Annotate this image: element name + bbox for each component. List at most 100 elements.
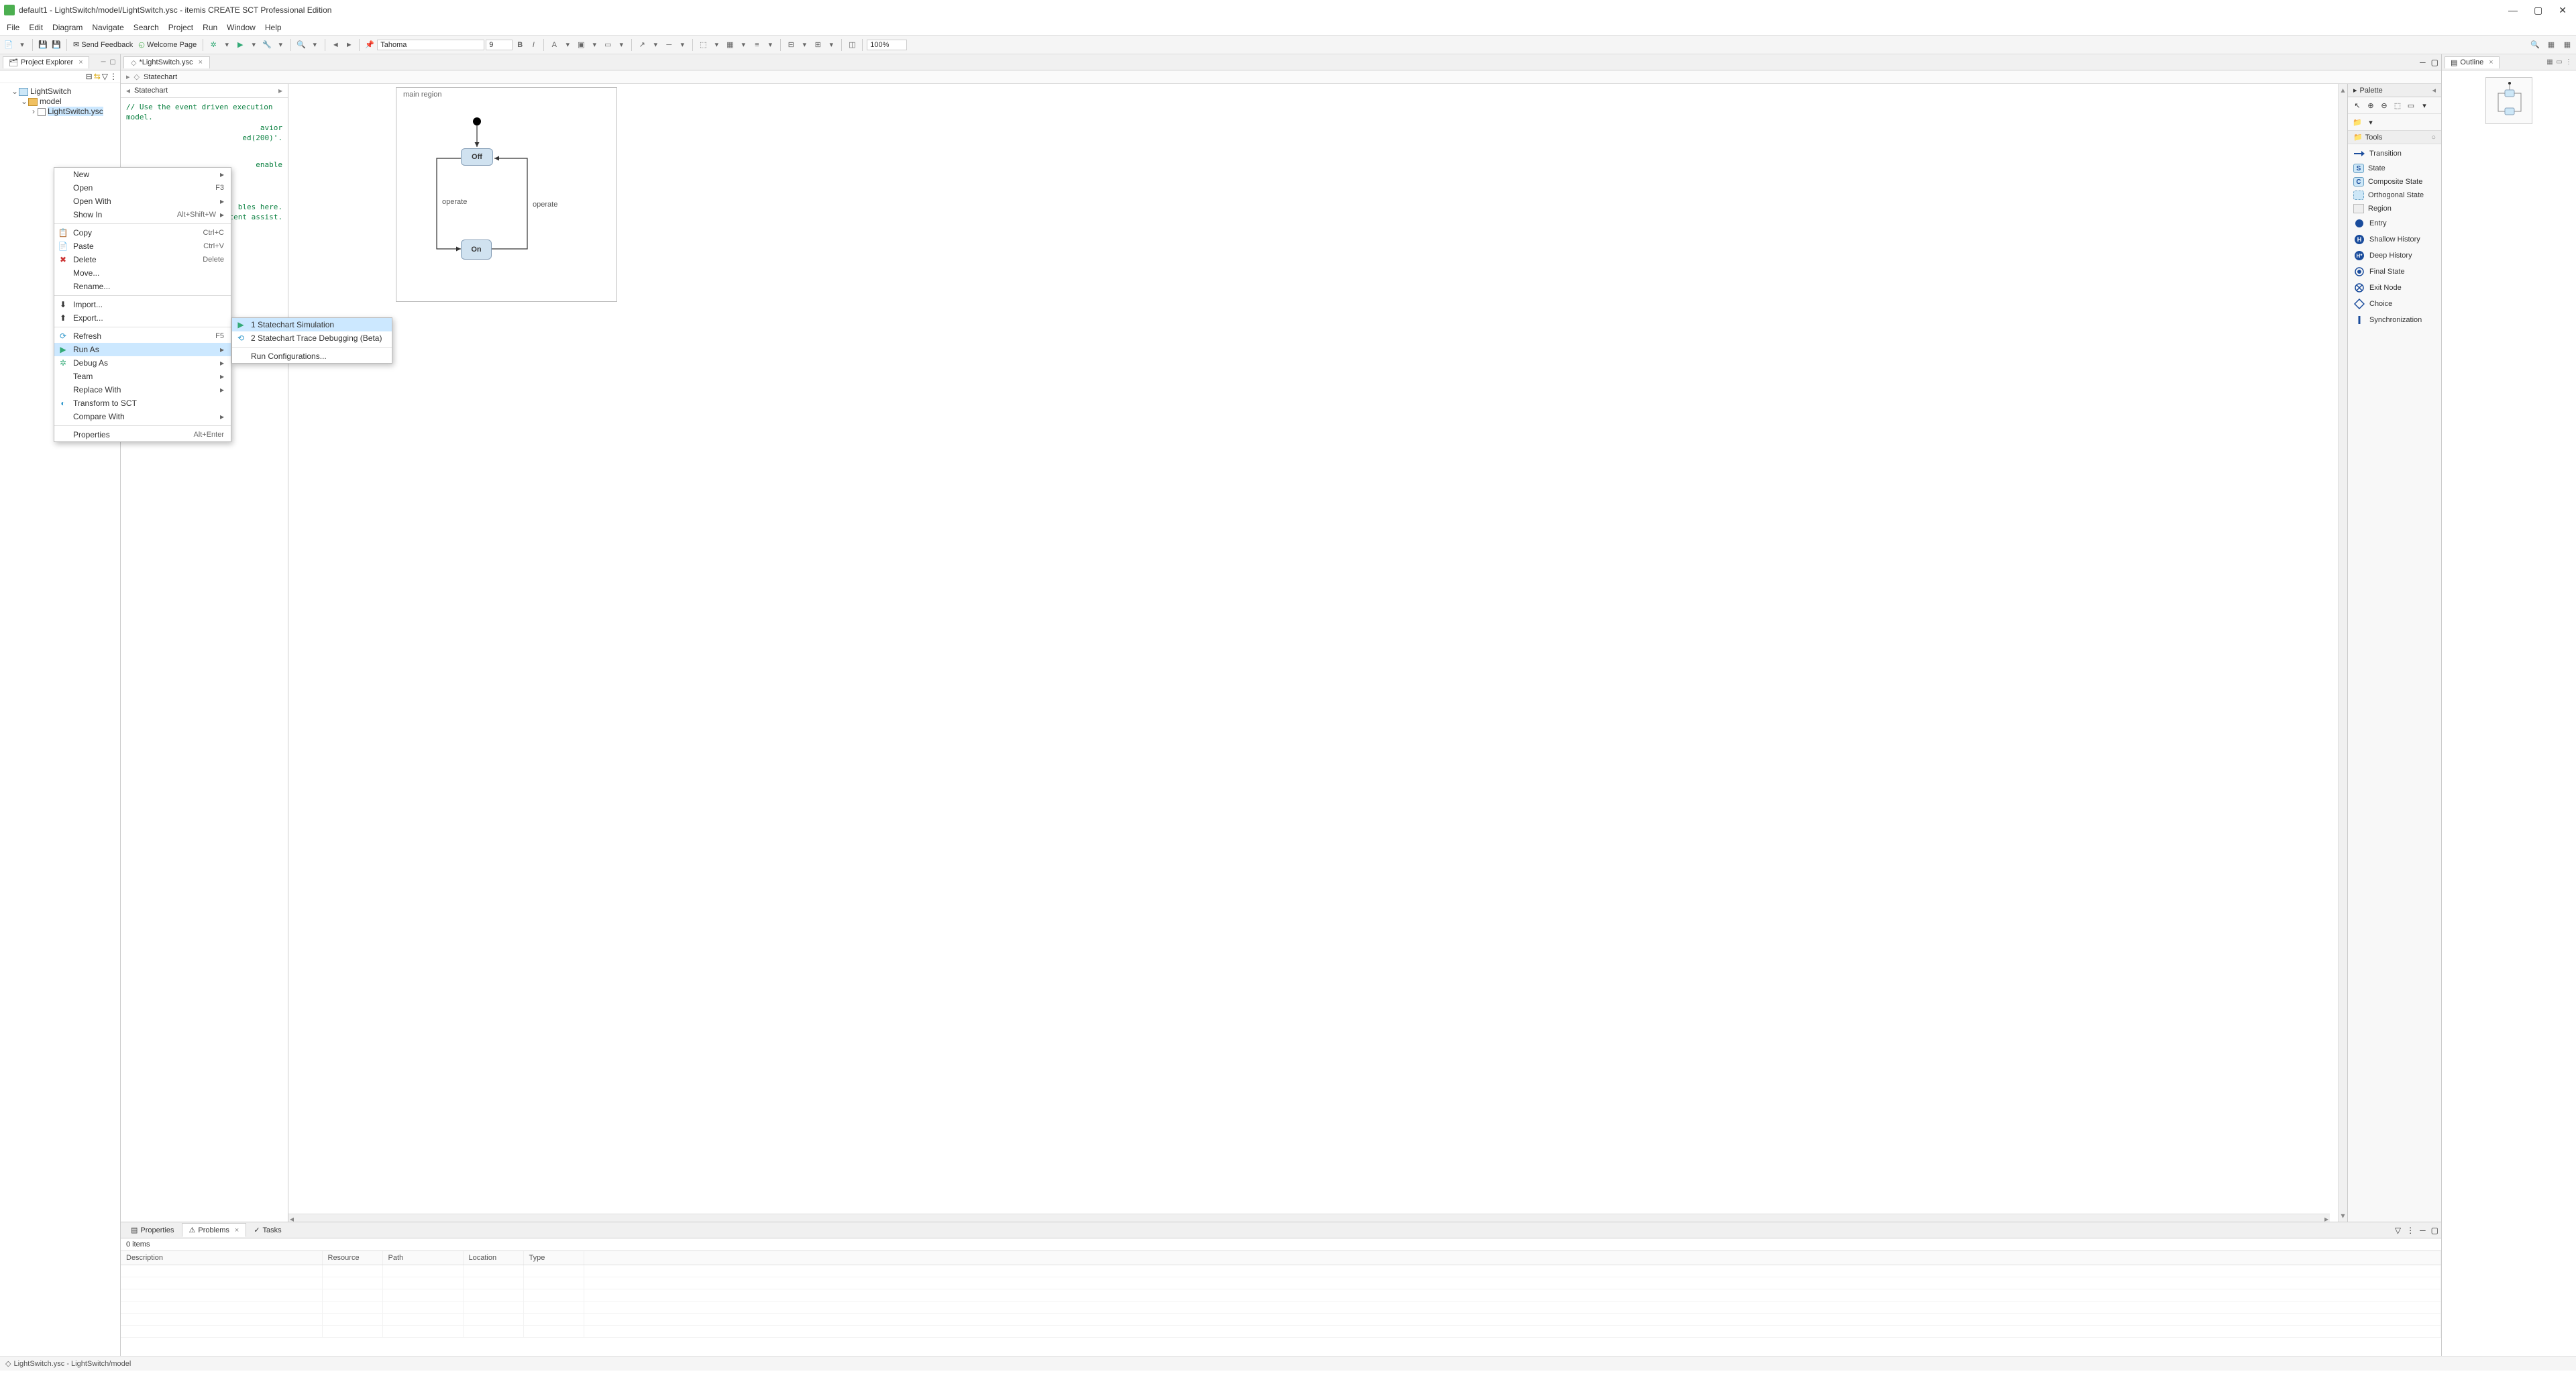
breadcrumb-back-icon[interactable]: ▸ (126, 72, 130, 81)
view-menu-icon[interactable]: ⋮ (2404, 1226, 2417, 1235)
cm-export[interactable]: ⬆Export... (54, 311, 231, 325)
maximize-editor-icon[interactable]: ▢ (2428, 58, 2441, 67)
dropdown-icon[interactable]: ▾ (248, 39, 260, 51)
marquee-icon[interactable]: ⬚ (2392, 100, 2403, 111)
cm-import[interactable]: ⬇Import... (54, 298, 231, 311)
state-off[interactable]: Off (461, 148, 493, 166)
link-editor-icon[interactable]: ⇆ (94, 72, 101, 81)
menu-edit[interactable]: Edit (25, 21, 47, 34)
close-tab-icon[interactable]: × (199, 58, 203, 66)
show-icon[interactable]: ⊞ (812, 39, 824, 51)
minimize-view-icon[interactable]: ─ (99, 58, 108, 67)
run-icon[interactable]: ▶ (234, 39, 246, 51)
tool-deep-history[interactable]: H*Deep History (2348, 248, 2441, 264)
dropdown-icon[interactable]: ▾ (649, 39, 661, 51)
cm-transform-sct[interactable]: ◐Transform to SCT (54, 396, 231, 410)
dropdown-icon[interactable]: ▾ (825, 39, 837, 51)
transition-label-right[interactable]: operate (533, 201, 557, 209)
outline-tab[interactable]: ▤ Outline × (2445, 56, 2500, 68)
dropdown-icon[interactable]: ▾ (737, 39, 749, 51)
filter-icon[interactable]: ▽ (2392, 1226, 2404, 1235)
minimize-editor-icon[interactable]: ─ (2417, 58, 2428, 67)
outline-tree-icon[interactable]: ⋮ (2564, 58, 2573, 67)
forward-icon[interactable]: ► (343, 39, 355, 51)
bold-icon[interactable]: B (514, 39, 526, 51)
submenu-run-configurations[interactable]: Run Configurations... (232, 350, 392, 363)
tab-properties[interactable]: ▤Properties (123, 1223, 182, 1237)
tool-state[interactable]: SState (2348, 162, 2441, 175)
cm-open[interactable]: OpenF3 (54, 181, 231, 195)
dropdown-icon[interactable]: ▾ (588, 39, 600, 51)
outline-mode-icon[interactable]: ▦ (2545, 58, 2555, 67)
line-color-icon[interactable]: ▭ (602, 39, 614, 51)
submenu-trace-debugging[interactable]: ⟲2 Statechart Trace Debugging (Beta) (232, 331, 392, 345)
tool-entry[interactable]: Entry (2348, 215, 2441, 231)
cm-compare-with[interactable]: Compare With▸ (54, 410, 231, 423)
new-icon[interactable]: 📄 (3, 39, 15, 51)
cm-delete[interactable]: ✖DeleteDelete (54, 253, 231, 266)
scrollbar-vertical[interactable]: ▴ ▾ (2338, 84, 2347, 1222)
dropdown-icon[interactable]: ▾ (798, 39, 810, 51)
menu-help[interactable]: Help (261, 21, 286, 34)
menu-file[interactable]: File (3, 21, 23, 34)
palette-header[interactable]: ▸ Palette ◂ (2348, 84, 2441, 97)
scrollbar-horizontal[interactable]: ◂ ▸ (288, 1214, 2330, 1222)
menu-navigate[interactable]: Navigate (88, 21, 127, 34)
cm-paste[interactable]: 📄PasteCtrl+V (54, 240, 231, 253)
font-size-select[interactable]: 9 (486, 40, 513, 50)
tab-tasks[interactable]: ✓Tasks (246, 1223, 288, 1237)
minimize-view-icon[interactable]: ─ (2417, 1226, 2428, 1235)
dropdown-icon[interactable]: ▾ (221, 39, 233, 51)
tool-region[interactable]: Region (2348, 202, 2441, 215)
dropdown-icon[interactable]: ▾ (309, 39, 321, 51)
outline-body[interactable] (2442, 70, 2576, 1356)
zoom-in-icon[interactable]: ⊕ (2365, 100, 2376, 111)
zoom-select[interactable]: 100% (867, 40, 907, 50)
save-icon[interactable]: 💾 (37, 39, 49, 51)
autosize-icon[interactable]: ◫ (846, 39, 858, 51)
dropdown-icon[interactable]: ▾ (16, 39, 28, 51)
save-all-icon[interactable]: 💾 (50, 39, 62, 51)
project-explorer-tab[interactable]: 🗂 Project Explorer × (3, 56, 89, 68)
cm-open-with[interactable]: Open With▸ (54, 195, 231, 208)
menu-search[interactable]: Search (129, 21, 163, 34)
font-select[interactable]: Tahoma (377, 40, 484, 50)
dropdown-icon[interactable]: ▾ (710, 39, 722, 51)
align-icon[interactable]: ≡ (751, 39, 763, 51)
italic-icon[interactable]: I (527, 39, 539, 51)
line-style-icon[interactable]: ─ (663, 39, 675, 51)
tool-transition[interactable]: Transition (2348, 146, 2441, 162)
editor-tab-lightswitch[interactable]: ◇ *LightSwitch.ysc × (123, 56, 210, 68)
dropdown-icon[interactable]: ▾ (2365, 117, 2376, 127)
perspective-icon[interactable]: ▦ (2545, 39, 2557, 51)
collapse-section-icon[interactable]: ○ (2431, 134, 2436, 142)
external-tools-icon[interactable]: 🔧 (261, 39, 273, 51)
transition-label-left[interactable]: operate (442, 198, 467, 206)
col-description[interactable]: Description (121, 1251, 322, 1265)
collapse-icon[interactable]: ◂ (126, 86, 130, 95)
back-icon[interactable]: ◄ (329, 39, 341, 51)
tab-problems[interactable]: ⚠Problems× (182, 1223, 247, 1237)
tool-orthogonal-state[interactable]: Orthogonal State (2348, 189, 2441, 202)
collapse-all-icon[interactable]: ⊟ (86, 72, 93, 81)
folder-icon[interactable]: 📁 (2352, 117, 2363, 127)
dropdown-icon[interactable]: ▾ (274, 39, 286, 51)
pointer-tool-icon[interactable]: ↖ (2352, 100, 2363, 111)
submenu-statechart-simulation[interactable]: ▶1 Statechart Simulation (232, 318, 392, 331)
quick-access-icon[interactable]: 🔍 (2529, 39, 2541, 51)
tool-exit-node[interactable]: Exit Node (2348, 280, 2441, 296)
menu-window[interactable]: Window (223, 21, 260, 34)
col-resource[interactable]: Resource (322, 1251, 382, 1265)
cm-debug-as[interactable]: ✲Debug As▸ (54, 356, 231, 370)
menu-project[interactable]: Project (164, 21, 197, 34)
outline-thumbnail[interactable] (2485, 77, 2532, 124)
tool-synchronization[interactable]: Synchronization (2348, 312, 2441, 328)
col-type[interactable]: Type (523, 1251, 584, 1265)
tree-file-lightswitch[interactable]: ›LightSwitch.ysc (30, 106, 119, 117)
minimize-button[interactable]: — (2508, 5, 2518, 16)
font-color-icon[interactable]: A (548, 39, 560, 51)
arrange-icon[interactable]: ▦ (724, 39, 736, 51)
tool-choice[interactable]: Choice (2348, 296, 2441, 312)
outline-overview-icon[interactable]: ▭ (2555, 58, 2564, 67)
dropdown-icon[interactable]: ▾ (2419, 100, 2430, 111)
